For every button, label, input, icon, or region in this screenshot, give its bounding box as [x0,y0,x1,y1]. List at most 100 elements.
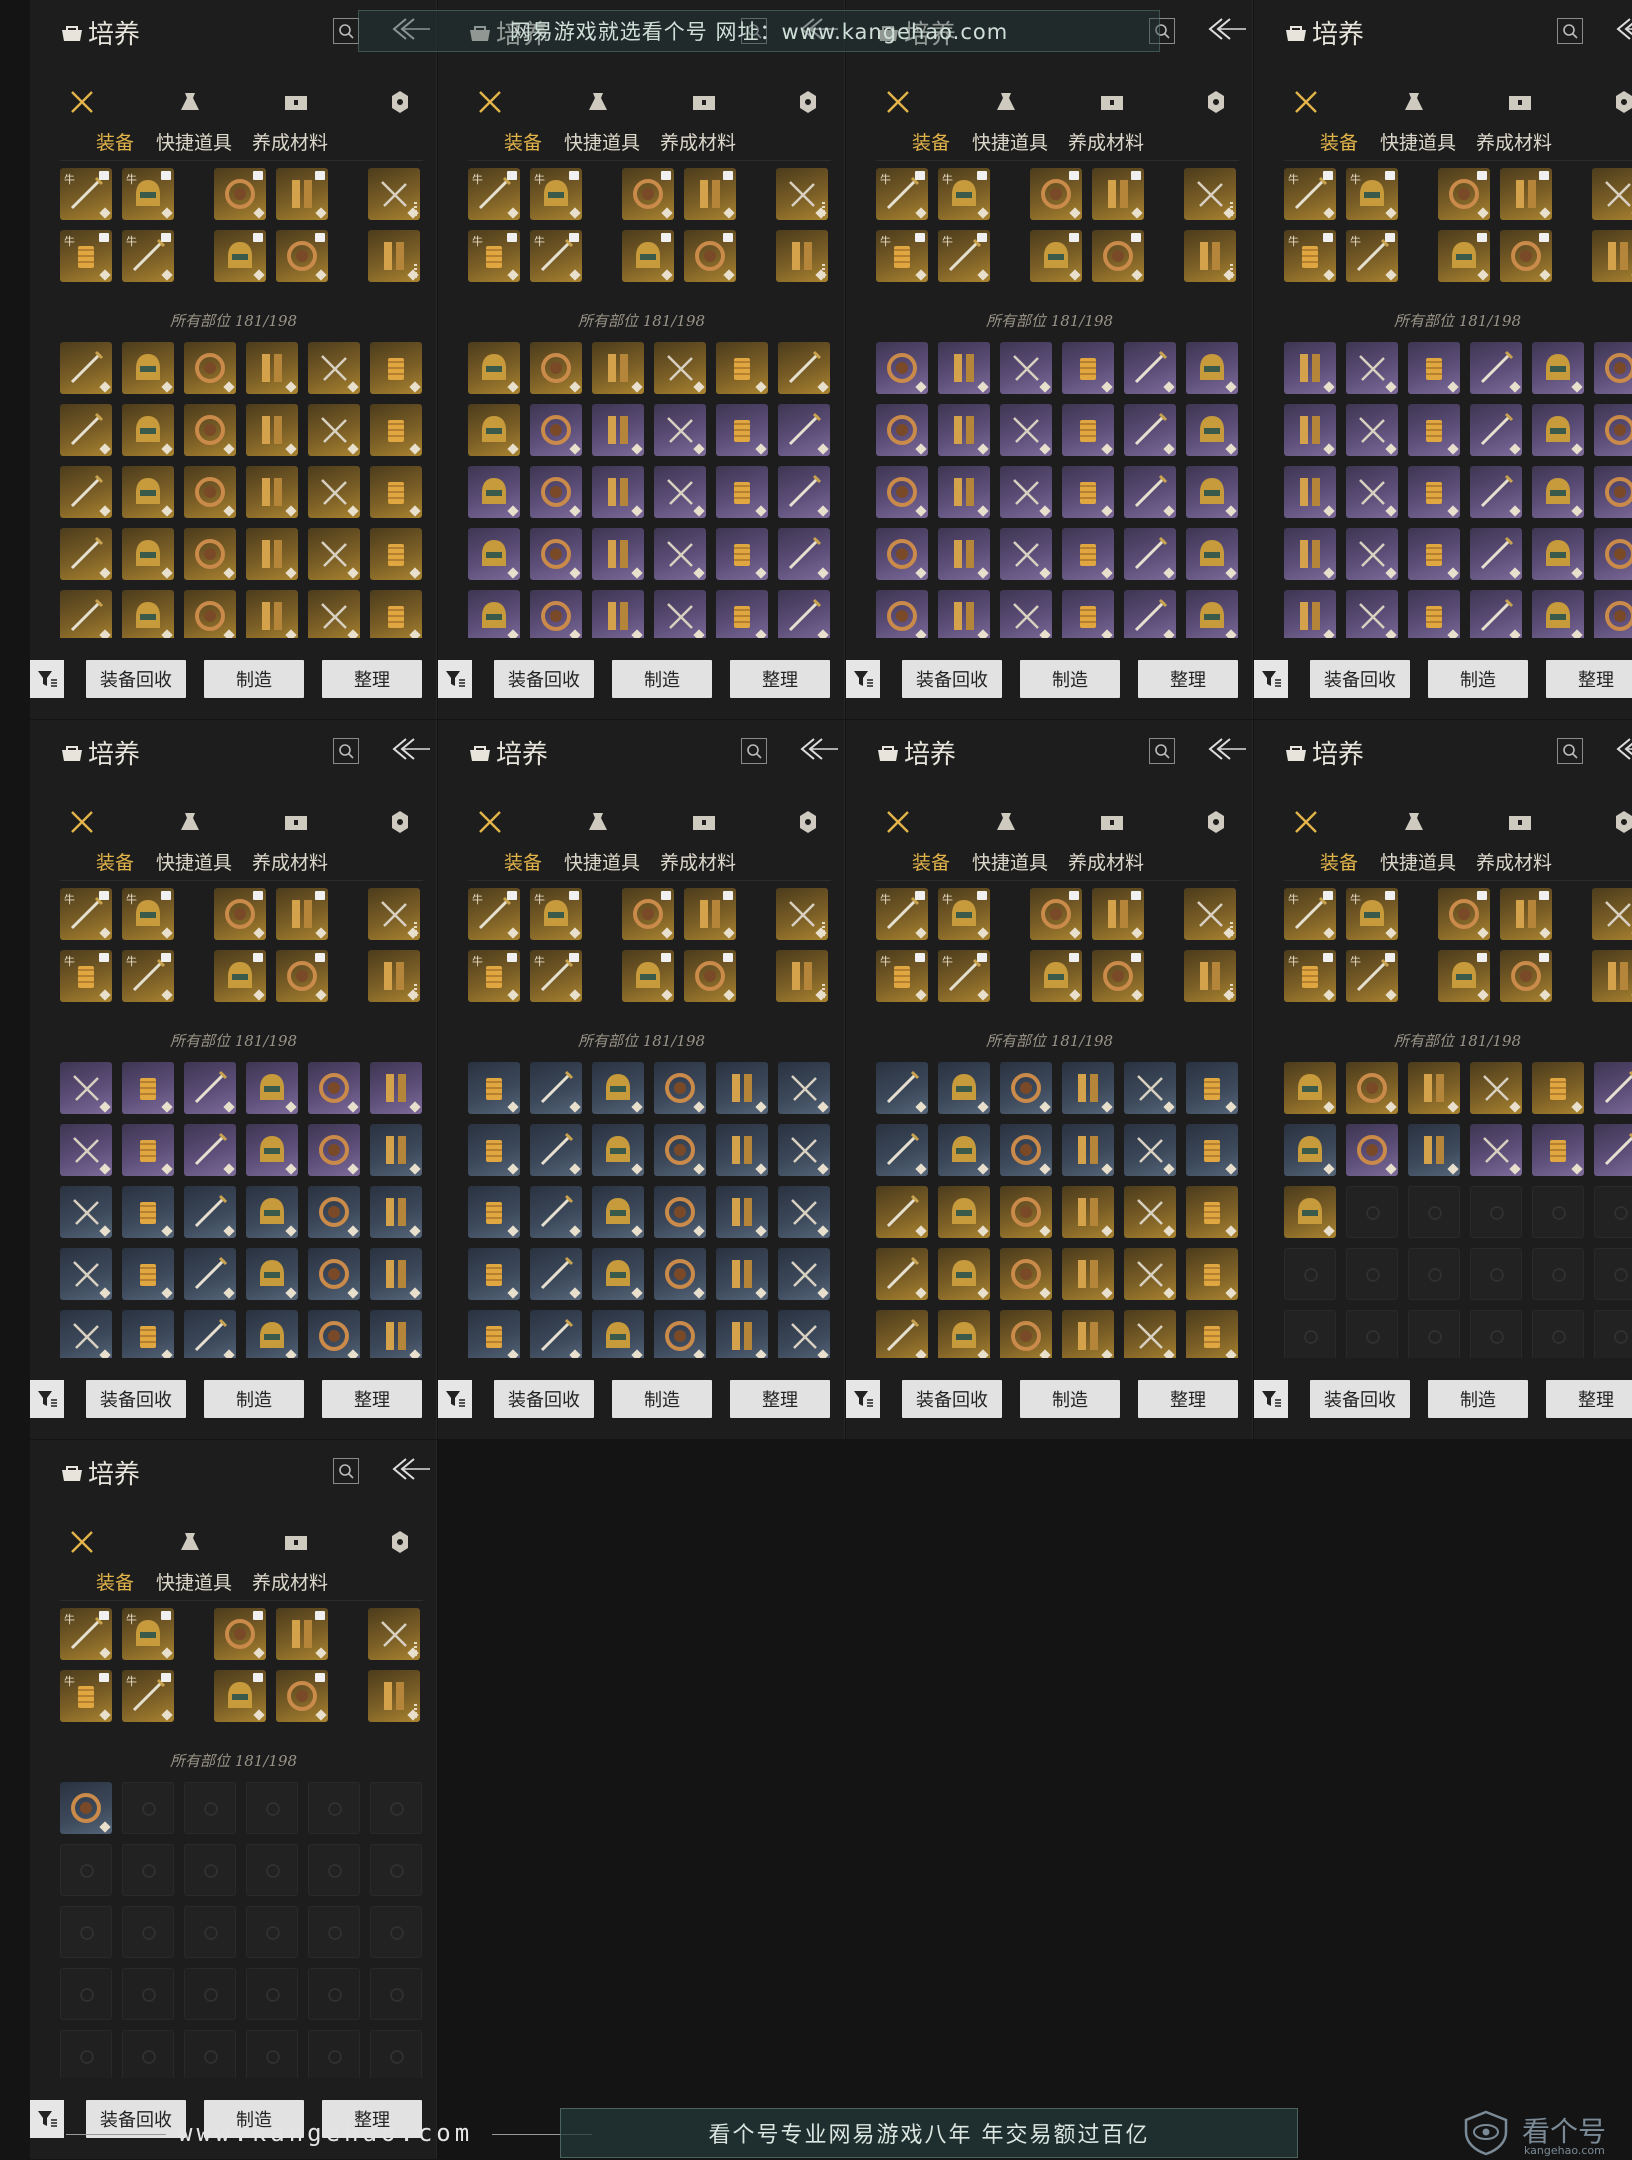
equipped-slot[interactable]: 牛 [530,230,582,282]
craft-button[interactable]: 制造 [1428,660,1528,698]
back-arrow-icon[interactable] [1204,16,1248,42]
equipped-slot[interactable] [1030,950,1082,1002]
inventory-slot[interactable] [654,1248,706,1300]
search-button[interactable] [1557,738,1583,764]
inventory-slot[interactable] [468,1186,520,1238]
inventory-slot[interactable] [1284,590,1336,638]
inventory-slot[interactable] [592,466,644,518]
equipped-slot[interactable]: 牛 [876,950,928,1002]
inventory-slot[interactable] [1284,1186,1336,1238]
inventory-slot[interactable] [246,590,298,638]
equipped-slot[interactable] [684,168,736,220]
inventory-slot[interactable] [1284,1062,1336,1114]
equipped-slot[interactable]: 牛 [938,888,990,940]
equipped-slot[interactable]: 牛 [122,950,174,1002]
inventory-slot[interactable] [184,590,236,638]
empty-slot[interactable] [308,2030,360,2078]
equipped-slot[interactable] [276,168,328,220]
equipped-slot[interactable]: 牛 [876,168,928,220]
tab-equipment[interactable]: 装备 [504,128,542,155]
inventory-slot[interactable] [1062,404,1114,456]
inventory-slot[interactable] [1186,1124,1238,1176]
equipped-slot[interactable] [276,950,328,1002]
filter-button[interactable] [846,660,880,698]
inventory-slot[interactable] [1124,1310,1176,1358]
equipped-slot[interactable]: 牛 [122,1670,174,1722]
material-icon[interactable] [794,808,822,836]
equipped-slot[interactable] [214,230,266,282]
inventory-slot[interactable] [938,1248,990,1300]
inventory-slot[interactable] [468,590,520,638]
inventory-slot[interactable] [530,404,582,456]
empty-slot[interactable] [60,2030,112,2078]
inventory-slot[interactable] [778,1310,830,1358]
empty-slot[interactable] [246,1844,298,1896]
equipped-slot[interactable] [214,168,266,220]
inventory-slot[interactable] [370,528,422,580]
empty-slot[interactable] [1408,1186,1460,1238]
inventory-slot[interactable] [778,528,830,580]
weapon-icon[interactable] [68,88,96,116]
equipped-slot[interactable]: 牛 [938,168,990,220]
inventory-slot[interactable] [592,590,644,638]
equipped-slot[interactable] [1592,888,1632,940]
inventory-slot[interactable] [184,1124,236,1176]
equipped-slot[interactable] [368,1608,420,1660]
sort-button[interactable]: 整理 [322,1380,422,1418]
tab-materials[interactable]: 养成材料 [252,1568,328,1595]
inventory-slot[interactable] [370,1248,422,1300]
chest-icon[interactable] [282,1528,310,1556]
sort-button[interactable]: 整理 [1138,1380,1238,1418]
inventory-slot[interactable] [938,528,990,580]
tab-materials[interactable]: 养成材料 [660,128,736,155]
inventory-slot[interactable] [122,1124,174,1176]
inventory-slot[interactable] [778,590,830,638]
craft-button[interactable]: 制造 [1020,1380,1120,1418]
back-arrow-icon[interactable] [1204,736,1248,762]
equipped-slot[interactable] [1438,230,1490,282]
empty-slot[interactable] [122,1968,174,2020]
equipped-slot[interactable] [1592,950,1632,1002]
inventory-slot[interactable] [122,466,174,518]
equipped-slot[interactable] [1092,168,1144,220]
consumable-pouch-icon[interactable] [584,808,612,836]
inventory-slot[interactable] [876,1062,928,1114]
recycle-button[interactable]: 装备回收 [902,660,1002,698]
inventory-slot[interactable] [308,1248,360,1300]
empty-slot[interactable] [308,1968,360,2020]
inventory-slot[interactable] [370,466,422,518]
inventory-slot[interactable] [1284,342,1336,394]
search-button[interactable] [1557,18,1583,44]
equipped-slot[interactable] [368,1670,420,1722]
inventory-slot[interactable] [308,342,360,394]
inventory-slot[interactable] [1346,342,1398,394]
sort-button[interactable]: 整理 [1138,660,1238,698]
inventory-slot[interactable] [1000,342,1052,394]
inventory-slot[interactable] [876,1248,928,1300]
inventory-slot[interactable] [246,342,298,394]
filter-button[interactable] [1254,1380,1288,1418]
search-button[interactable] [1149,738,1175,764]
inventory-slot[interactable] [654,1186,706,1238]
equipped-slot[interactable] [1092,888,1144,940]
consumable-pouch-icon[interactable] [176,808,204,836]
consumable-pouch-icon[interactable] [1400,808,1428,836]
empty-slot[interactable] [1594,1186,1632,1238]
empty-slot[interactable] [122,2030,174,2078]
equipped-slot[interactable] [368,950,420,1002]
empty-slot[interactable] [1470,1248,1522,1300]
tab-materials[interactable]: 养成材料 [1068,848,1144,875]
empty-slot[interactable] [1470,1186,1522,1238]
inventory-slot[interactable] [1000,1062,1052,1114]
sort-button[interactable]: 整理 [1546,1380,1632,1418]
sort-button[interactable]: 整理 [730,1380,830,1418]
inventory-slot[interactable] [1124,1186,1176,1238]
empty-slot[interactable] [184,1782,236,1834]
inventory-slot[interactable] [1346,528,1398,580]
equipped-slot[interactable] [1030,230,1082,282]
empty-slot[interactable] [246,1906,298,1958]
inventory-slot[interactable] [1284,466,1336,518]
inventory-slot[interactable] [184,528,236,580]
inventory-slot[interactable] [876,1310,928,1358]
inventory-slot[interactable] [778,1248,830,1300]
